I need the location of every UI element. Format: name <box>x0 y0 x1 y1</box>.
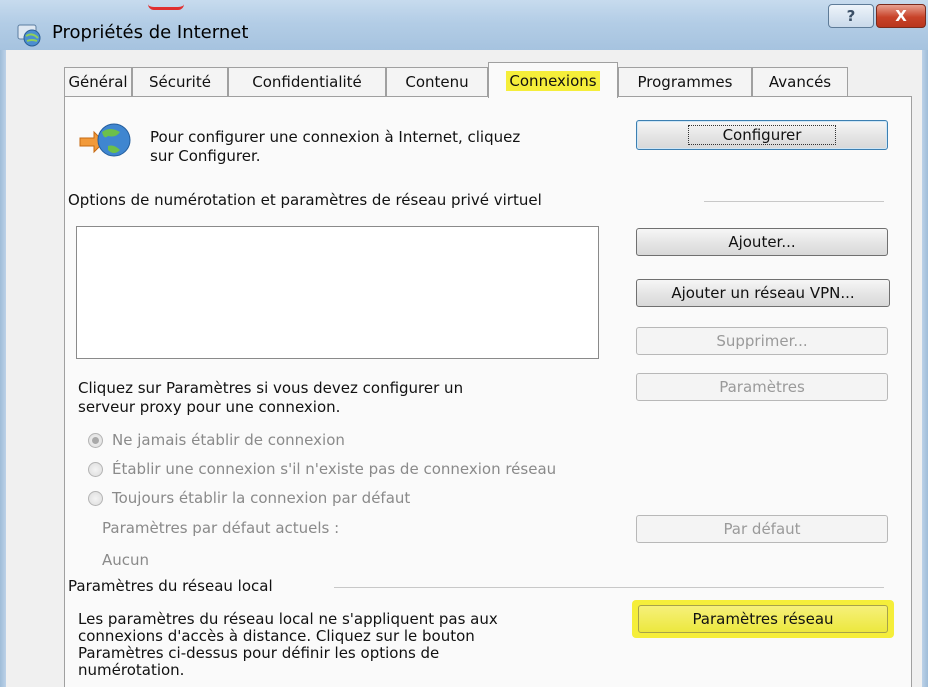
setup-text-line2: sur Configurer. <box>150 147 261 165</box>
lan-text-line1: Les paramètres du réseau local ne s'appl… <box>78 610 498 628</box>
tab-label: Contenu <box>405 73 469 91</box>
tab-label: Général <box>68 73 128 91</box>
settings-button-label: Paramètres <box>719 378 805 396</box>
lan-text-line4: numérotation. <box>78 661 185 679</box>
radio-always-dial[interactable] <box>88 491 103 506</box>
set-default-button[interactable]: Par défaut <box>636 515 888 543</box>
radio-dial-if-no-network-label: Établir une connexion s'il n'existe pas … <box>112 460 557 478</box>
lan-settings-button[interactable]: Paramètres réseau <box>638 605 888 633</box>
add-vpn-button-label: Ajouter un réseau VPN... <box>671 284 855 302</box>
tab-connexions[interactable]: Connexions <box>488 62 618 98</box>
configure-button[interactable]: Configurer <box>636 120 888 150</box>
proxy-text-line1: Cliquez sur Paramètres si vous devez con… <box>78 379 464 397</box>
lan-settings-button-label: Paramètres réseau <box>692 610 834 628</box>
tab-avances[interactable]: Avancés <box>752 67 848 96</box>
tab-general[interactable]: Général <box>64 67 132 96</box>
default-settings-value: Aucun <box>102 551 150 569</box>
radio-dial-if-no-network[interactable] <box>88 462 103 477</box>
lan-text-line3: Paramètres ci-dessus pour définir les op… <box>78 644 440 662</box>
tab-programmes[interactable]: Programmes <box>618 67 752 96</box>
connection-listbox[interactable] <box>76 226 599 359</box>
add-button[interactable]: Ajouter... <box>636 228 888 256</box>
settings-button[interactable]: Paramètres <box>636 373 888 401</box>
network-globe-icon <box>78 120 134 160</box>
setup-text-line1: Pour configurer une connexion à Internet… <box>150 128 521 146</box>
help-icon: ? <box>846 7 856 25</box>
window-frame-right <box>922 50 928 687</box>
remove-button[interactable]: Supprimer... <box>636 327 888 355</box>
tab-label: Sécurité <box>149 73 211 91</box>
close-button[interactable]: X <box>876 4 926 28</box>
tab-label: Avancés <box>768 73 832 91</box>
help-button[interactable]: ? <box>828 4 874 28</box>
section-divider <box>704 201 884 202</box>
configure-button-label: Configurer <box>687 125 837 145</box>
tab-label: Confidentialité <box>252 73 362 91</box>
lan-text-line2: connexions d'accès à distance. Cliquez s… <box>78 627 475 645</box>
tab-label: Programmes <box>637 73 733 91</box>
window-title: Propriétés de Internet <box>52 22 249 43</box>
dialup-heading: Options de numérotation et paramètres de… <box>68 191 542 209</box>
add-vpn-button[interactable]: Ajouter un réseau VPN... <box>636 279 890 307</box>
tab-confidentialite[interactable]: Confidentialité <box>228 67 386 96</box>
remove-button-label: Supprimer... <box>716 332 808 350</box>
radio-never-dial-label: Ne jamais établir de connexion <box>112 431 345 449</box>
lan-heading: Paramètres du réseau local <box>68 577 273 595</box>
red-annotation-mark <box>148 0 184 10</box>
add-button-label: Ajouter... <box>728 233 796 251</box>
radio-always-dial-label: Toujours établir la connexion par défaut <box>112 489 411 507</box>
tab-label: Connexions <box>506 70 600 91</box>
tab-securite[interactable]: Sécurité <box>132 67 228 96</box>
close-icon: X <box>895 7 907 25</box>
tab-contenu[interactable]: Contenu <box>386 67 488 96</box>
radio-never-dial[interactable] <box>88 433 103 448</box>
lan-divider <box>334 587 884 588</box>
internet-options-icon <box>16 22 42 48</box>
default-settings-label: Paramètres par défaut actuels : <box>102 519 340 537</box>
set-default-button-label: Par défaut <box>723 520 801 538</box>
proxy-text-line2: serveur proxy pour une connexion. <box>78 398 341 416</box>
